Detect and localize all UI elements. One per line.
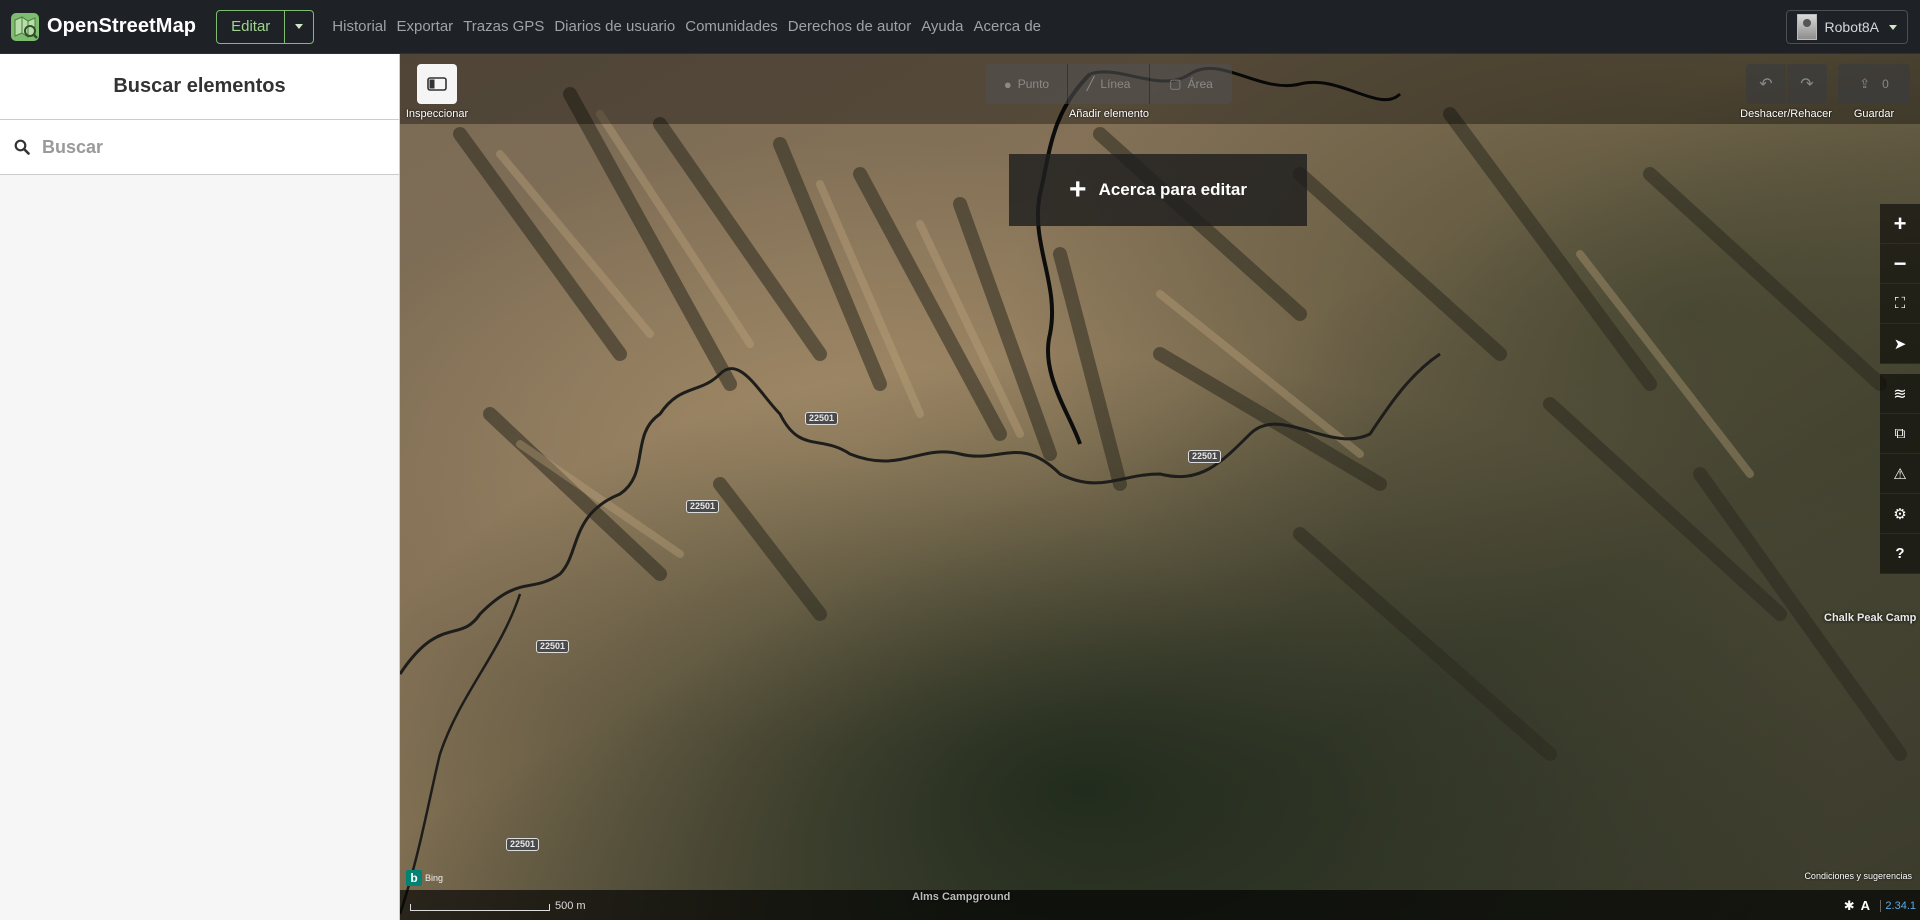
brand-name: OpenStreetMap (47, 15, 197, 37)
nav-link-gps-traces[interactable]: Trazas GPS (463, 18, 544, 35)
search-icon (14, 139, 30, 155)
zoom-in-button[interactable]: + (1880, 204, 1920, 244)
translate-icon[interactable]: A (1861, 898, 1870, 914)
preferences-button[interactable]: ⚙ (1880, 494, 1920, 534)
zoom-to-selection-button[interactable]: ⛶ (1880, 284, 1920, 324)
add-area-button[interactable]: ▢ Área (1150, 64, 1232, 104)
plus-icon: + (1893, 210, 1907, 236)
map-data-icon: ⧉ (1894, 425, 1906, 442)
road-label: 22501 (536, 640, 570, 653)
upload-icon: ⇪ (1859, 76, 1871, 91)
edit-dropdown-toggle[interactable] (284, 10, 313, 43)
add-area-label: Área (1187, 77, 1213, 91)
add-feature-group: ● Punto ╱ Línea ▢ Área (986, 64, 1232, 104)
search-input[interactable] (40, 135, 384, 159)
add-feature-label: Añadir elemento (1068, 108, 1150, 120)
nav-link-copyright[interactable]: Derechos de autor (788, 18, 911, 35)
add-line-label: Línea (1100, 77, 1131, 91)
nav-link-help[interactable]: Ayuda (921, 18, 963, 35)
inspect-button[interactable] (417, 64, 457, 104)
inspect-label: Inspeccionar (405, 108, 469, 120)
footer-icons: ✱ A (1844, 898, 1870, 914)
warning-icon: ⚠ (1893, 465, 1907, 483)
add-point-button[interactable]: ● Punto (986, 64, 1068, 104)
user-settings-icon: ⚙ (1893, 505, 1907, 523)
top-navbar: OpenStreetMap Editar Historial Exportar … (0, 0, 1920, 54)
sidebar-title: Buscar elementos (0, 54, 399, 120)
add-point-label: Punto (1017, 77, 1050, 91)
undo-button[interactable]: ↶ (1746, 64, 1786, 104)
nav-link-user-diaries[interactable]: Diarios de usuario (554, 18, 675, 35)
bug-report-icon[interactable]: ✱ (1844, 898, 1855, 914)
sidebar: Buscar elementos (0, 54, 400, 920)
geolocate-button[interactable]: ➤ (1880, 324, 1920, 364)
undo-redo-label: Deshacer/Rehacer (1740, 108, 1832, 120)
redo-button[interactable]: ↷ (1787, 64, 1827, 104)
area-icon: ▢ (1169, 76, 1182, 91)
nav-links: Historial Exportar Trazas GPS Diarios de… (332, 18, 1051, 35)
minus-icon: − (1893, 250, 1907, 276)
place-label-alms: Alms Campground (912, 891, 1011, 903)
user-menu[interactable]: Robot8A (1785, 10, 1908, 44)
imagery-source: Bing (425, 873, 444, 883)
chevron-down-icon (1889, 24, 1897, 30)
layers-icon: ≋ (1893, 385, 1907, 403)
add-line-button[interactable]: ╱ Línea (1068, 64, 1150, 104)
help-button[interactable]: ? (1880, 534, 1920, 574)
map-footer: 500 m Alms Campground ✱ A 2.34.1 (400, 890, 1920, 920)
undo-icon: ↶ (1759, 76, 1773, 93)
nav-link-export[interactable]: Exportar (396, 18, 453, 35)
location-arrow-icon: ➤ (1893, 335, 1907, 353)
bing-logo-icon: b (406, 870, 422, 886)
help-icon: ? (1895, 545, 1905, 562)
scale-bar[interactable] (410, 904, 550, 911)
background-layers-button[interactable]: ≋ (1880, 374, 1920, 414)
brand-link[interactable]: OpenStreetMap (10, 0, 196, 54)
zoom-to-edit-label: Acerca para editar (1098, 180, 1247, 199)
road-label: 22501 (506, 838, 540, 851)
sidebar-toggle-icon (427, 77, 447, 91)
save-label: Guardar (1853, 108, 1895, 120)
nav-link-about[interactable]: Acerca de (973, 18, 1041, 35)
search-row (0, 120, 399, 175)
avatar (1796, 14, 1817, 40)
user-name: Robot8A (1824, 19, 1879, 35)
place-label-chalk-peak: Chalk Peak Camp (1824, 612, 1917, 624)
chevron-down-icon (295, 24, 304, 29)
osm-logo-icon (11, 12, 39, 41)
line-icon: ╱ (1086, 76, 1095, 91)
map-data-button[interactable]: ⧉ (1880, 414, 1920, 454)
road-label: 22501 (686, 500, 720, 513)
plus-icon: + (1069, 173, 1087, 206)
road-label: 22501 (805, 412, 839, 425)
edit-button[interactable]: Editar (217, 11, 284, 43)
scale-text: 500 m (555, 900, 586, 912)
save-button[interactable]: ⇪ 0 (1838, 64, 1910, 104)
nav-link-communities[interactable]: Comunidades (685, 18, 778, 35)
road-label: 22501 (1188, 450, 1222, 463)
nav-link-history[interactable]: Historial (332, 18, 386, 35)
zoom-out-button[interactable]: − (1880, 244, 1920, 284)
edit-button-group: Editar (216, 9, 315, 44)
version-link[interactable]: 2.34.1 (1880, 900, 1916, 912)
imagery-attribution[interactable]: b Bing (406, 870, 443, 886)
terms-link[interactable]: Condiciones y sugerencias (1804, 871, 1912, 881)
save-count: 0 (1882, 77, 1889, 91)
issues-button[interactable]: ⚠ (1880, 454, 1920, 494)
map-controls: + − ⛶ ➤ ≋ ⧉ ⚠ ⚙ ? (1880, 204, 1920, 574)
zoom-to-edit-button[interactable]: + Acerca para editar (1009, 154, 1307, 226)
redo-icon: ↷ (1800, 76, 1814, 93)
focus-icon: ⛶ (1894, 295, 1906, 312)
point-icon: ● (1003, 76, 1012, 92)
map-canvas[interactable]: Inspeccionar ● Punto ╱ Línea ▢ Área Añad… (400, 54, 1920, 920)
